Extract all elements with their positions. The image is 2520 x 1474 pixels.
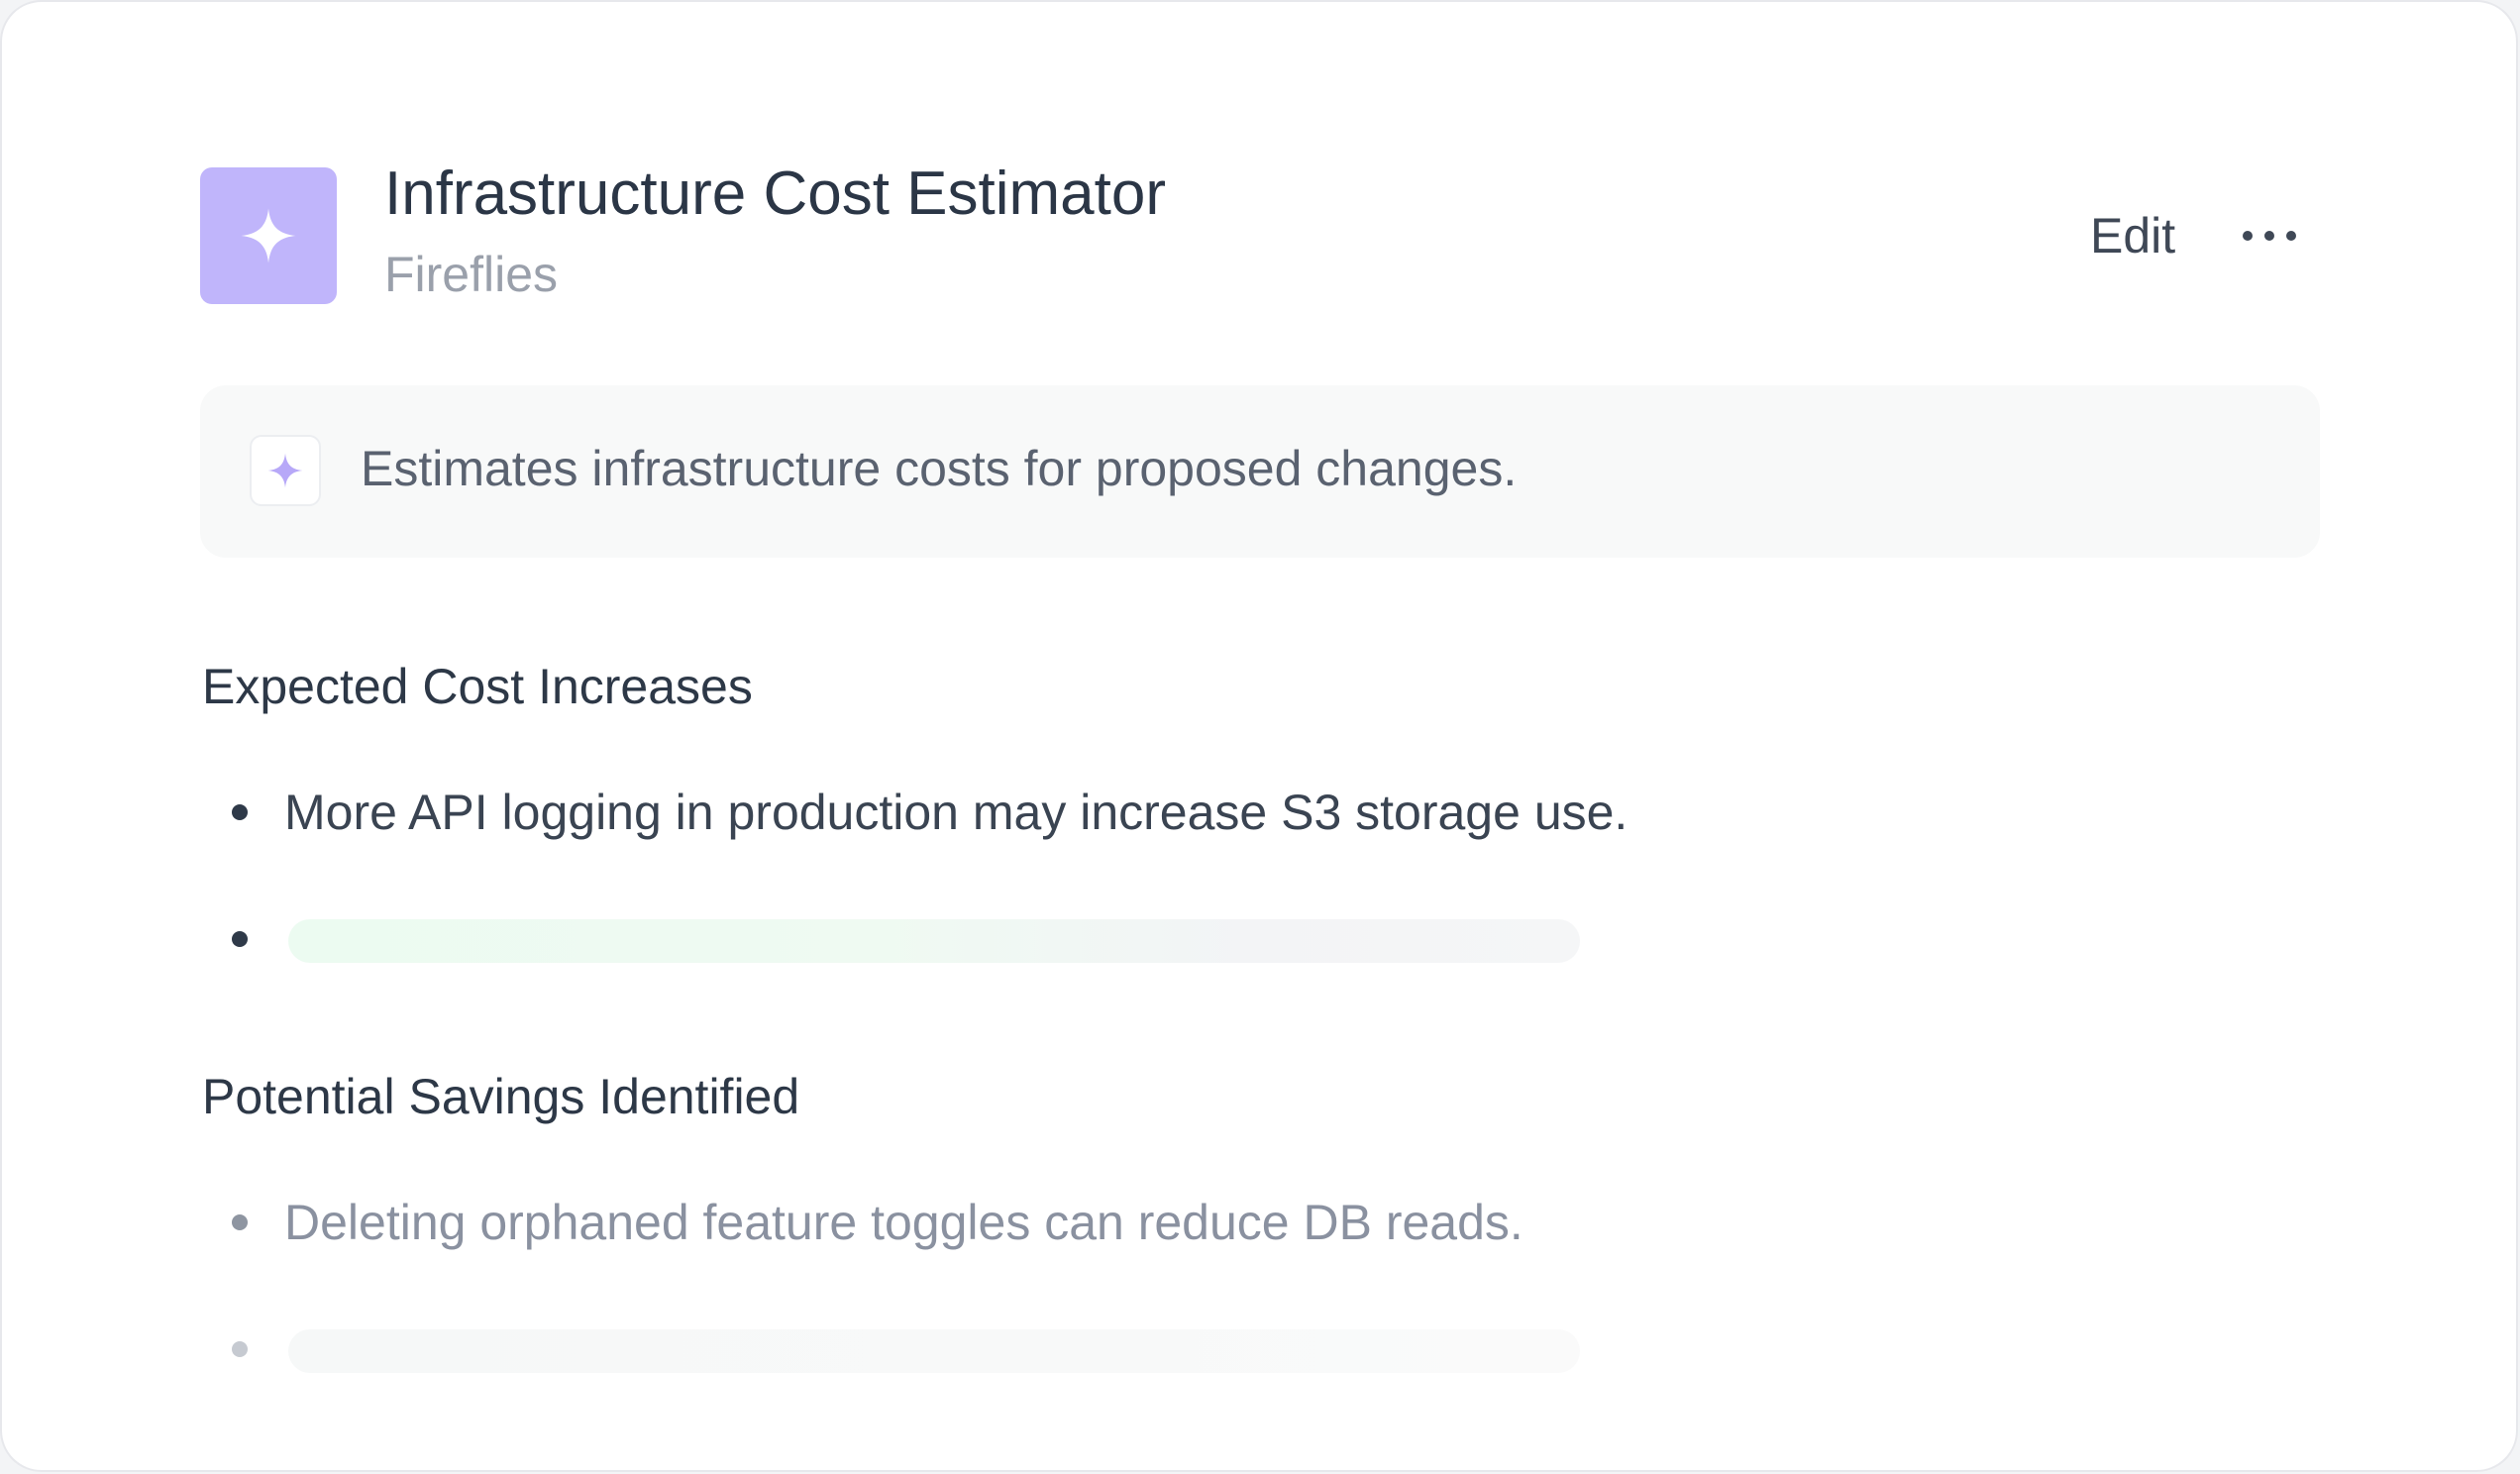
more-options-button[interactable] [2225,200,2314,271]
section-heading-potential-savings: Potential Savings Identified [202,1069,800,1124]
sparkle-icon [267,453,303,488]
list-item: Deleting orphaned feature toggles can re… [284,1195,1523,1250]
bullet [232,1214,248,1230]
description-text: Estimates infrastructure costs for propo… [361,441,1518,496]
description-icon [250,435,321,506]
edit-button[interactable]: Edit [2072,200,2193,271]
section-heading-cost-increases: Expected Cost Increases [202,659,753,714]
sparkle-icon [241,208,296,263]
description-box: Estimates infrastructure costs for propo… [200,385,2320,558]
loading-placeholder [288,919,1580,963]
bullet [232,931,248,947]
page-title: Infrastructure Cost Estimator [384,159,1167,228]
bullet [232,804,248,820]
loading-placeholder [288,1329,1580,1373]
bullet [232,1341,248,1357]
agent-card: Infrastructure Cost Estimator Fireflies … [0,0,2518,1472]
page-subtitle: Fireflies [384,247,559,302]
app-icon [200,167,337,304]
list-item: More API logging in production may incre… [284,785,1628,840]
more-horizontal-icon [2243,231,2296,241]
